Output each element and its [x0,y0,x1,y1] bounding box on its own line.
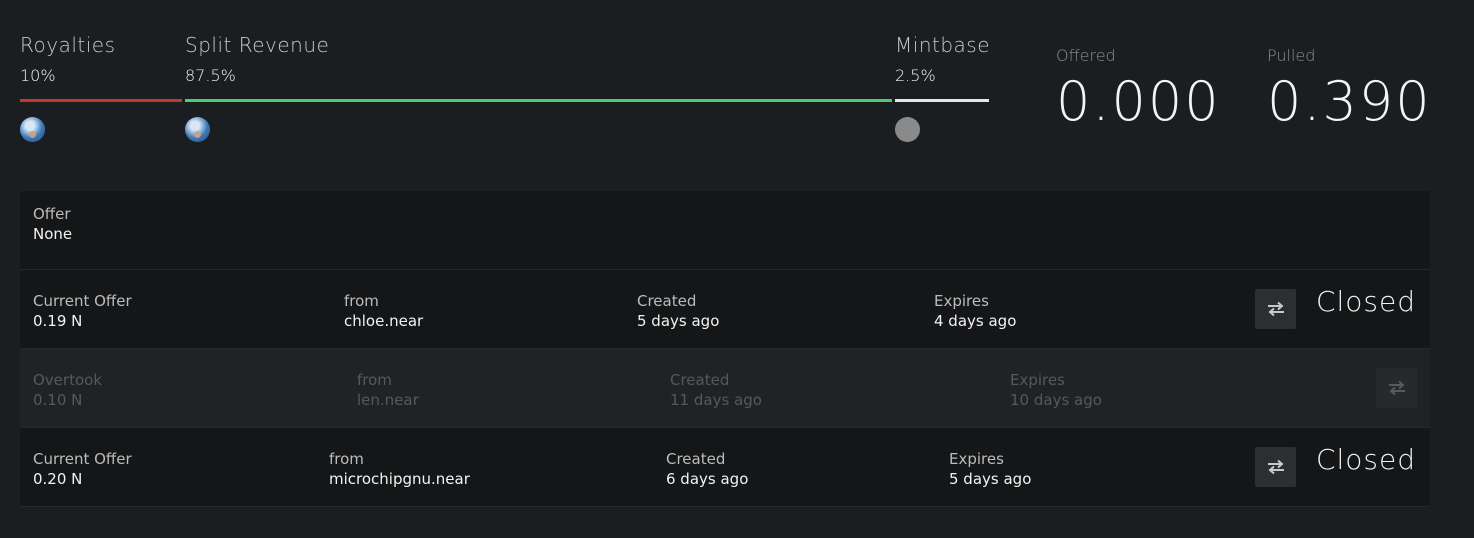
swap-icon [1267,459,1284,475]
offer-created-cell: Created 5 days ago [637,291,719,331]
offer-from-cell: from chloe.near [344,291,423,331]
swap-button[interactable] [1255,289,1296,329]
offer-amount: 0.20 N [33,470,83,488]
offer-from-cell: from len.near [357,370,419,410]
offer-expires-cell: Expires 4 days ago [934,291,1016,331]
split-label: Mintbase [895,33,991,57]
expires-label: Expires [949,450,1004,468]
offers-panel: Offer None Current Offer 0.19 N from chl… [20,191,1430,507]
offer-row: Current Offer 0.19 N from chloe.near Cre… [20,270,1430,349]
offer-row: Current Offer 0.20 N from microchipgnu.n… [20,428,1430,507]
created-label: Created [670,371,730,389]
user-avatar[interactable] [20,117,45,142]
from-account[interactable]: microchipgnu.near [329,469,470,489]
split-royalties: Royalties 10% [20,32,182,142]
split-bar [20,99,182,102]
offer-amount-cell: Current Offer 0.19 N [33,291,132,331]
offer-value: None [33,225,73,243]
created-label: Created [637,292,697,310]
from-account[interactable]: chloe.near [344,311,423,331]
split-revenue: Split Revenue 87.5% [185,32,892,142]
offered-label: Offered [1056,46,1116,65]
split-percent: 87.5% [185,66,236,85]
pulled-label: Pulled [1267,46,1316,65]
pulled-value: 0.390 [1267,70,1432,133]
split-percent: 2.5% [895,66,936,85]
offer-type-label: Overtook [33,371,103,389]
expires-value: 5 days ago [949,470,1032,488]
offered-stat: Offered 0.000 [1056,46,1221,132]
split-percent: 10% [20,66,56,85]
created-value: 5 days ago [637,312,720,330]
from-label: from [344,292,379,310]
created-value: 6 days ago [666,470,749,488]
swap-button[interactable] [1376,368,1417,408]
split-label: Royalties [20,33,116,57]
split-bar [895,99,989,102]
offer-type-label: Current Offer [33,450,132,468]
offer-label: Offer [33,205,71,223]
offer-type-label: Current Offer [33,292,132,310]
offer-row: Overtook 0.10 N from len.near Created 11… [20,349,1430,428]
offer-created-cell: Created 6 days ago [666,449,748,489]
offer-amount-cell: Current Offer 0.20 N [33,449,132,489]
status-label: Closed [1315,285,1416,318]
expires-label: Expires [934,292,989,310]
swap-button[interactable] [1255,447,1296,487]
expires-value: 4 days ago [934,312,1017,330]
offer-created-cell: Created 11 days ago [670,370,762,410]
mintbase-avatar[interactable] [895,117,920,142]
offer-amount-cell: Overtook 0.10 N [33,370,102,410]
user-avatar[interactable] [185,117,210,142]
offer-from-cell: from microchipgnu.near [329,449,470,489]
offer-expires-cell: Expires 10 days ago [1010,370,1102,410]
offer-expires-cell: Expires 5 days ago [949,449,1031,489]
status-label: Closed [1315,443,1416,476]
pulled-stat: Pulled 0.390 [1267,46,1432,132]
created-value: 11 days ago [670,391,762,409]
from-label: from [329,450,364,468]
expires-value: 10 days ago [1010,391,1102,409]
swap-icon [1388,380,1405,396]
offer-summary: Offer None [20,191,1430,270]
offered-value: 0.000 [1056,70,1221,133]
offer-amount: 0.10 N [33,391,83,409]
split-bar [185,99,892,102]
from-label: from [357,371,392,389]
swap-icon [1267,301,1284,317]
split-mintbase: Mintbase 2.5% [895,32,991,142]
from-account[interactable]: len.near [357,390,419,410]
split-label: Split Revenue [185,33,330,57]
created-label: Created [666,450,726,468]
offer-amount: 0.19 N [33,312,83,330]
expires-label: Expires [1010,371,1065,389]
